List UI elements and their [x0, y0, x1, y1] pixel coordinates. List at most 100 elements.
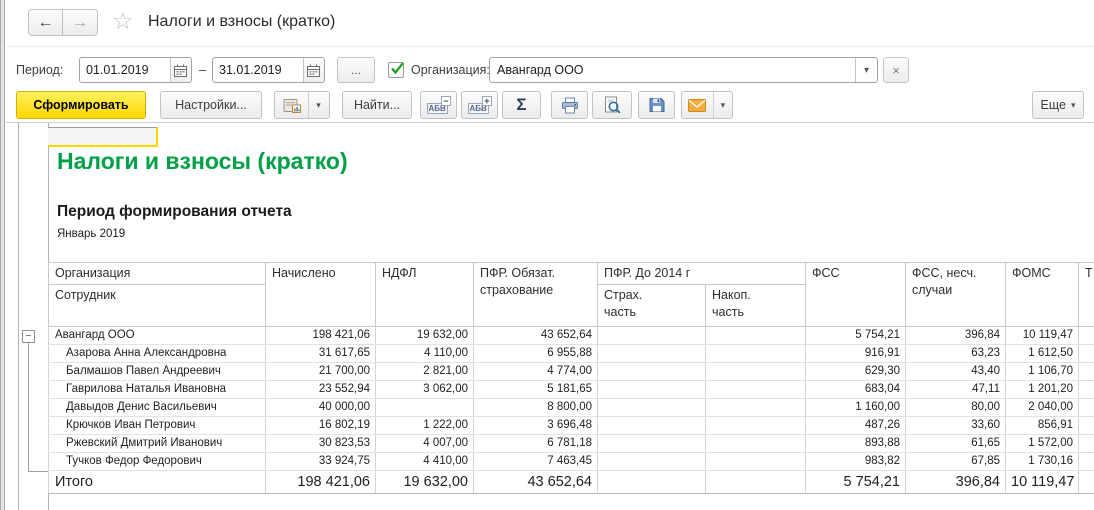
- row-value-cell[interactable]: 43 652,64: [473, 326, 598, 345]
- total-value-cell[interactable]: 10 119,47: [1005, 470, 1079, 494]
- report-variants-button[interactable]: ▾: [274, 91, 330, 119]
- row-value-cell[interactable]: [597, 344, 706, 363]
- row-value-cell[interactable]: 33,60: [905, 416, 1006, 435]
- row-value-cell[interactable]: 43,40: [905, 362, 1006, 381]
- row-value-cell[interactable]: 983,82: [805, 452, 906, 471]
- total-label-cell[interactable]: Итого: [48, 470, 266, 494]
- row-value-cell[interactable]: 4 110,00: [375, 344, 474, 363]
- row-value-cell[interactable]: 7 463,45: [473, 452, 598, 471]
- row-value-cell[interactable]: [705, 416, 806, 435]
- row-value-cell[interactable]: 1 730,16: [1005, 452, 1079, 471]
- row-value-cell[interactable]: 21 700,00: [265, 362, 376, 381]
- row-value-cell[interactable]: 2 821,00: [375, 362, 474, 381]
- total-value-cell[interactable]: [705, 470, 806, 494]
- decrease-font-button[interactable]: АБВ −: [420, 91, 457, 119]
- sum-selected-button[interactable]: Σ: [502, 91, 541, 119]
- row-value-cell[interactable]: 10 119,47: [1005, 326, 1079, 345]
- total-value-cell[interactable]: 198 421,06: [265, 470, 376, 494]
- favorite-star-icon[interactable]: ☆: [112, 8, 134, 36]
- row-value-cell[interactable]: [1078, 398, 1094, 417]
- row-value-cell[interactable]: [1078, 416, 1094, 435]
- row-value-cell[interactable]: 40 000,00: [265, 398, 376, 417]
- row-value-cell[interactable]: 1 612,50: [1005, 344, 1079, 363]
- row-value-cell[interactable]: 23 552,94: [265, 380, 376, 399]
- row-value-cell[interactable]: [597, 434, 706, 453]
- print-button[interactable]: [551, 91, 588, 119]
- row-value-cell[interactable]: [705, 362, 806, 381]
- row-value-cell[interactable]: [597, 452, 706, 471]
- row-value-cell[interactable]: 47,11: [905, 380, 1006, 399]
- row-value-cell[interactable]: 629,30: [805, 362, 906, 381]
- row-value-cell[interactable]: 61,65: [905, 434, 1006, 453]
- row-value-cell[interactable]: 67,85: [905, 452, 1006, 471]
- row-value-cell[interactable]: [1078, 344, 1094, 363]
- row-value-cell[interactable]: [1078, 452, 1094, 471]
- row-value-cell[interactable]: [705, 380, 806, 399]
- row-value-cell[interactable]: [705, 398, 806, 417]
- row-value-cell[interactable]: 16 802,19: [265, 416, 376, 435]
- increase-font-button[interactable]: АБВ +: [461, 91, 498, 119]
- row-value-cell[interactable]: [1078, 380, 1094, 399]
- row-value-cell[interactable]: [705, 344, 806, 363]
- total-value-cell[interactable]: 5 754,21: [805, 470, 906, 494]
- find-button[interactable]: Найти...: [342, 91, 412, 119]
- row-value-cell[interactable]: 1 201,20: [1005, 380, 1079, 399]
- total-value-cell[interactable]: 396,84: [905, 470, 1006, 494]
- forward-button[interactable]: →: [63, 9, 98, 36]
- back-button[interactable]: ←: [28, 9, 63, 36]
- row-name-cell[interactable]: Крючков Иван Петрович: [48, 416, 266, 435]
- row-name-cell[interactable]: Азарова Анна Александровна: [48, 344, 266, 363]
- row-value-cell[interactable]: [375, 398, 474, 417]
- row-value-cell[interactable]: 2 040,00: [1005, 398, 1079, 417]
- row-value-cell[interactable]: 856,91: [1005, 416, 1079, 435]
- row-value-cell[interactable]: 6 781,18: [473, 434, 598, 453]
- period-to-input[interactable]: [213, 58, 303, 82]
- row-name-cell[interactable]: Давыдов Денис Васильевич: [48, 398, 266, 417]
- row-value-cell[interactable]: 198 421,06: [265, 326, 376, 345]
- generate-report-button[interactable]: Сформировать: [16, 91, 146, 119]
- save-button[interactable]: [638, 91, 675, 119]
- print-preview-button[interactable]: [592, 91, 632, 119]
- row-value-cell[interactable]: 63,23: [905, 344, 1006, 363]
- row-name-cell[interactable]: Гаврилова Наталья Ивановна: [48, 380, 266, 399]
- row-value-cell[interactable]: 4 007,00: [375, 434, 474, 453]
- row-value-cell[interactable]: 1 160,00: [805, 398, 906, 417]
- row-value-cell[interactable]: 33 924,75: [265, 452, 376, 471]
- row-value-cell[interactable]: 19 632,00: [375, 326, 474, 345]
- row-value-cell[interactable]: [597, 380, 706, 399]
- row-value-cell[interactable]: 1 106,70: [1005, 362, 1079, 381]
- row-value-cell[interactable]: [1078, 362, 1094, 381]
- row-name-cell[interactable]: Ржевский Дмитрий Иванович: [48, 434, 266, 453]
- row-value-cell[interactable]: 683,04: [805, 380, 906, 399]
- period-from-input[interactable]: [80, 58, 170, 82]
- row-value-cell[interactable]: [705, 326, 806, 345]
- row-value-cell[interactable]: 487,26: [805, 416, 906, 435]
- calendar-icon[interactable]: [169, 58, 191, 82]
- row-value-cell[interactable]: [597, 326, 706, 345]
- chevron-down-icon[interactable]: ▾: [308, 92, 328, 118]
- total-value-cell[interactable]: 19 632,00: [375, 470, 474, 494]
- row-value-cell[interactable]: [1078, 326, 1094, 345]
- row-value-cell[interactable]: [1078, 434, 1094, 453]
- row-value-cell[interactable]: 3 062,00: [375, 380, 474, 399]
- row-value-cell[interactable]: [597, 398, 706, 417]
- settings-button[interactable]: Настройки...: [160, 91, 262, 119]
- row-value-cell[interactable]: 5 754,21: [805, 326, 906, 345]
- row-value-cell[interactable]: 1 572,00: [1005, 434, 1079, 453]
- row-value-cell[interactable]: [597, 416, 706, 435]
- calendar-icon[interactable]: [302, 58, 324, 82]
- total-value-cell[interactable]: 43 652,64: [473, 470, 598, 494]
- organization-checkbox[interactable]: [388, 62, 404, 78]
- row-value-cell[interactable]: 916,91: [805, 344, 906, 363]
- row-value-cell[interactable]: 1 222,00: [375, 416, 474, 435]
- row-value-cell[interactable]: 396,84: [905, 326, 1006, 345]
- row-name-cell[interactable]: Балмашов Павел Андреевич: [48, 362, 266, 381]
- collapse-group-button[interactable]: −: [22, 330, 35, 343]
- row-value-cell[interactable]: 80,00: [905, 398, 1006, 417]
- total-value-cell[interactable]: [597, 470, 706, 494]
- row-value-cell[interactable]: 8 800,00: [473, 398, 598, 417]
- row-value-cell[interactable]: [705, 452, 806, 471]
- period-options-button[interactable]: ...: [337, 57, 375, 83]
- row-value-cell[interactable]: 4 774,00: [473, 362, 598, 381]
- row-name-cell[interactable]: Тучков Федор Федорович: [48, 452, 266, 471]
